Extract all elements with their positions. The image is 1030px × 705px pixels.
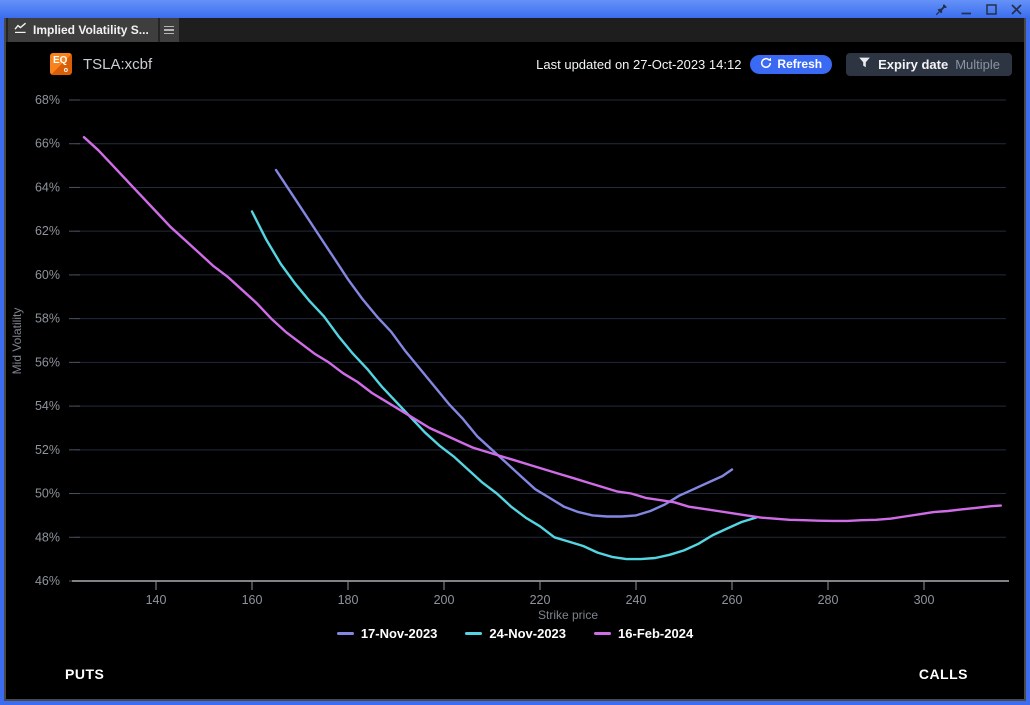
tab-label: Implied Volatility S... <box>33 23 149 37</box>
svg-text:60%: 60% <box>35 268 60 282</box>
minimize-icon[interactable] <box>959 2 973 16</box>
tab-implied-volatility[interactable]: Implied Volatility S... <box>8 18 158 42</box>
legend-swatch-icon <box>337 632 354 635</box>
window-frame: Implied Volatility S... EQ o TSLA:xcbf L… <box>0 18 1030 705</box>
tab-bar: Implied Volatility S... <box>6 18 1024 43</box>
chart-panel: EQ o TSLA:xcbf Last updated on 27-Oct-20… <box>6 42 1024 699</box>
svg-text:50%: 50% <box>35 487 60 501</box>
svg-text:260: 260 <box>722 593 743 607</box>
svg-text:Mid Volatility: Mid Volatility <box>10 308 24 375</box>
svg-text:62%: 62% <box>35 224 60 238</box>
window-controls <box>934 2 1023 16</box>
svg-text:66%: 66% <box>35 137 60 151</box>
svg-text:140: 140 <box>146 593 167 607</box>
legend-label: 16-Feb-2024 <box>618 626 693 641</box>
legend-item[interactable]: 24-Nov-2023 <box>465 626 566 641</box>
legend-label: 17-Nov-2023 <box>361 626 438 641</box>
legend-swatch-icon <box>594 632 611 635</box>
hamburger-icon[interactable] <box>160 18 179 42</box>
svg-text:240: 240 <box>626 593 647 607</box>
line-chart-icon <box>14 21 27 39</box>
svg-text:180: 180 <box>338 593 359 607</box>
volatility-smile-chart[interactable]: 46% 48% 50% 52% 54% 56% 58% 60% 62% 64% 66% 68% 140 1… <box>6 42 1024 624</box>
svg-text:46%: 46% <box>35 574 60 588</box>
maximize-icon[interactable] <box>984 2 998 16</box>
chart-legend: 17-Nov-2023 24-Nov-2023 16-Feb-2024 <box>6 626 1024 641</box>
svg-text:52%: 52% <box>35 443 60 457</box>
svg-text:300: 300 <box>914 593 935 607</box>
app-window: Implied Volatility S... EQ o TSLA:xcbf L… <box>0 0 1030 705</box>
svg-text:160: 160 <box>242 593 263 607</box>
window-inner: Implied Volatility S... EQ o TSLA:xcbf L… <box>4 18 1026 701</box>
legend-label: 24-Nov-2023 <box>489 626 566 641</box>
svg-text:280: 280 <box>818 593 839 607</box>
svg-text:200: 200 <box>434 593 455 607</box>
svg-text:220: 220 <box>530 593 551 607</box>
puts-label: PUTS <box>65 666 104 682</box>
tabbar-empty-area <box>179 18 1024 42</box>
window-titlebar[interactable] <box>0 0 1030 18</box>
svg-text:Strike price: Strike price <box>538 608 598 622</box>
calls-label: CALLS <box>919 666 968 682</box>
svg-text:54%: 54% <box>35 399 60 413</box>
svg-text:48%: 48% <box>35 530 60 544</box>
svg-text:68%: 68% <box>35 93 60 107</box>
legend-item[interactable]: 16-Feb-2024 <box>594 626 693 641</box>
legend-item[interactable]: 17-Nov-2023 <box>337 626 438 641</box>
pin-icon[interactable] <box>934 2 948 16</box>
svg-text:58%: 58% <box>35 312 60 326</box>
svg-text:56%: 56% <box>35 355 60 369</box>
legend-swatch-icon <box>465 632 482 635</box>
svg-text:64%: 64% <box>35 180 60 194</box>
close-icon[interactable] <box>1009 2 1023 16</box>
